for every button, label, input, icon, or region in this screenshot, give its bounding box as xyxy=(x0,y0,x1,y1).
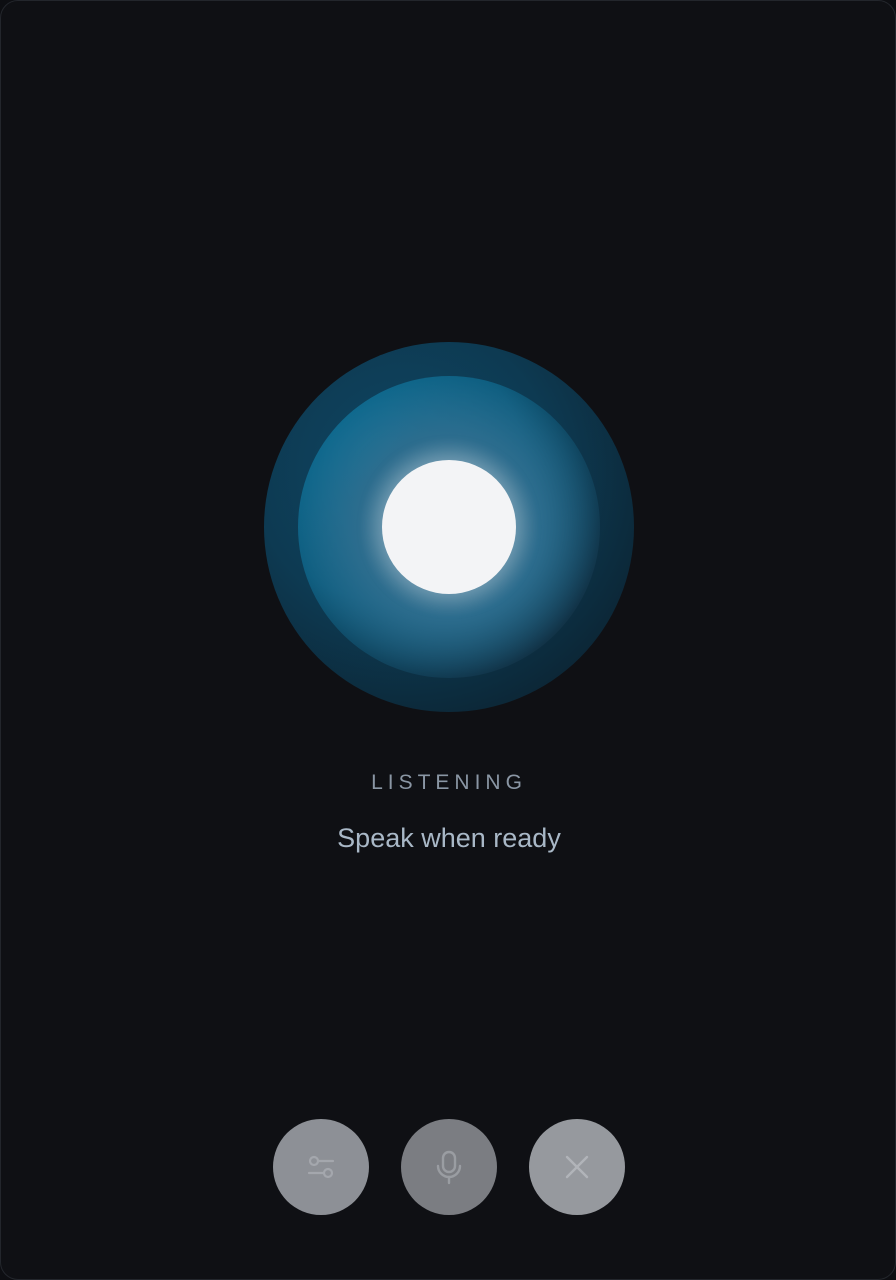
close-icon xyxy=(562,1152,592,1182)
listening-status: LISTENING xyxy=(371,771,527,794)
orb-core xyxy=(382,460,516,594)
speak-prompt: Speak when ready xyxy=(337,823,561,853)
settings-button[interactable] xyxy=(273,1119,369,1215)
microphone-icon xyxy=(432,1149,466,1185)
mic-button[interactable] xyxy=(401,1119,497,1215)
sliders-icon xyxy=(304,1150,338,1184)
control-bar xyxy=(273,1119,625,1215)
voice-orb xyxy=(264,342,634,712)
voice-assistant-panel: LISTENING Speak when ready xyxy=(0,0,896,1280)
close-button[interactable] xyxy=(529,1119,625,1215)
